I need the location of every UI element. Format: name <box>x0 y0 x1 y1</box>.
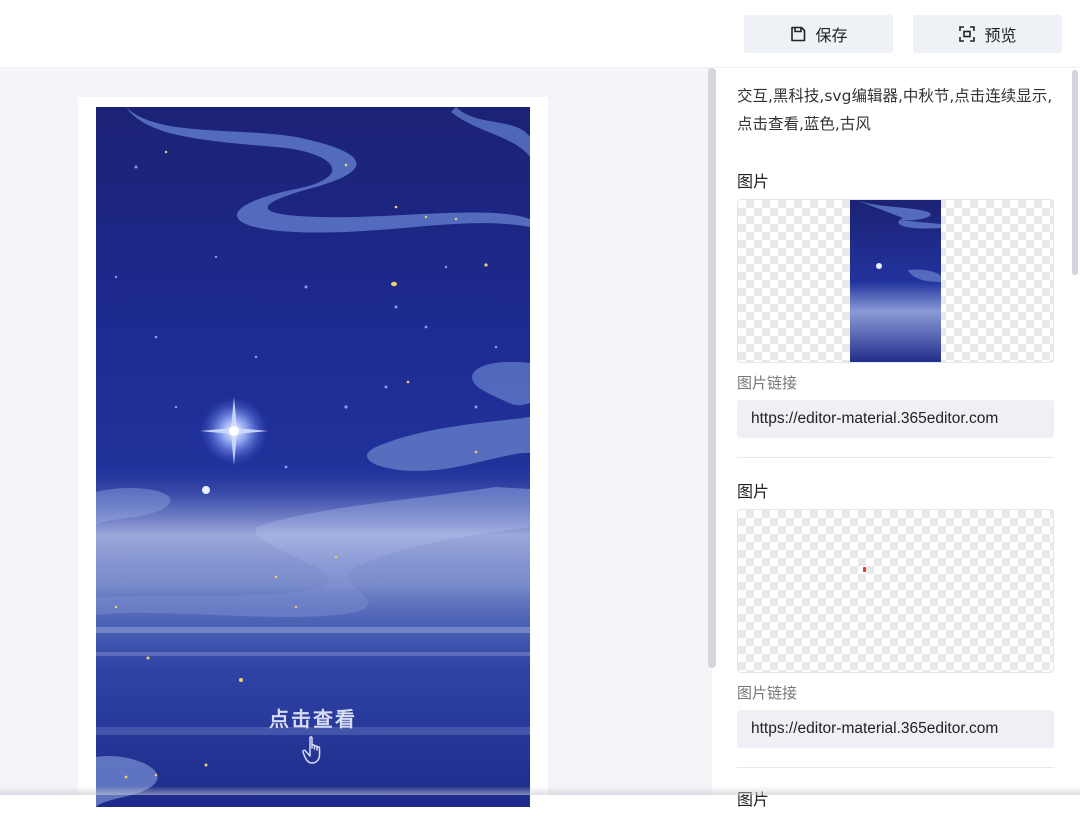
save-button[interactable]: 保存 <box>744 15 893 53</box>
night-sky-thumbnail <box>850 200 941 362</box>
canvas-scrollbar[interactable] <box>708 68 716 668</box>
preview-button[interactable]: 预览 <box>913 15 1062 53</box>
save-button-label: 保存 <box>815 26 848 45</box>
night-sky-artboard[interactable]: 点击查看 <box>96 107 530 807</box>
tap-to-view-text[interactable]: 点击查看 <box>96 703 530 732</box>
night-sky-illustration <box>96 107 530 807</box>
save-icon <box>791 26 806 42</box>
preview-icon <box>959 26 976 42</box>
image-thumbnail-2[interactable] <box>737 509 1054 673</box>
image-thumbnail-1[interactable] <box>737 199 1054 363</box>
template-tags: 交互,黑科技,svg编辑器,中秋节,点击连续显示,点击查看,蓝色,古风 <box>737 87 1053 133</box>
bottom-shadow <box>0 786 1080 795</box>
editor-canvas: 点击查看 <box>0 68 712 817</box>
section-divider <box>737 767 1054 768</box>
image-link-input[interactable] <box>737 400 1054 438</box>
pointer-hand-icon[interactable] <box>301 735 325 765</box>
image-section-label: 图片 <box>737 172 770 191</box>
image-link-label: 图片链接 <box>737 684 798 702</box>
section-divider <box>737 457 1054 458</box>
preview-button-label: 预览 <box>984 26 1017 45</box>
panel-scrollbar[interactable] <box>1072 70 1078 275</box>
phone-frame: 点击查看 <box>78 97 548 817</box>
image-link-input[interactable] <box>737 710 1054 748</box>
image-section-label: 图片 <box>737 482 770 501</box>
red-marker-thumbnail <box>863 567 866 572</box>
properties-panel: 交互,黑科技,svg编辑器,中秋节,点击连续显示,点击查看,蓝色,古风 图片 图… <box>717 68 1080 809</box>
image-link-label: 图片链接 <box>737 374 798 392</box>
top-toolbar: 保存 预览 <box>0 0 1080 68</box>
